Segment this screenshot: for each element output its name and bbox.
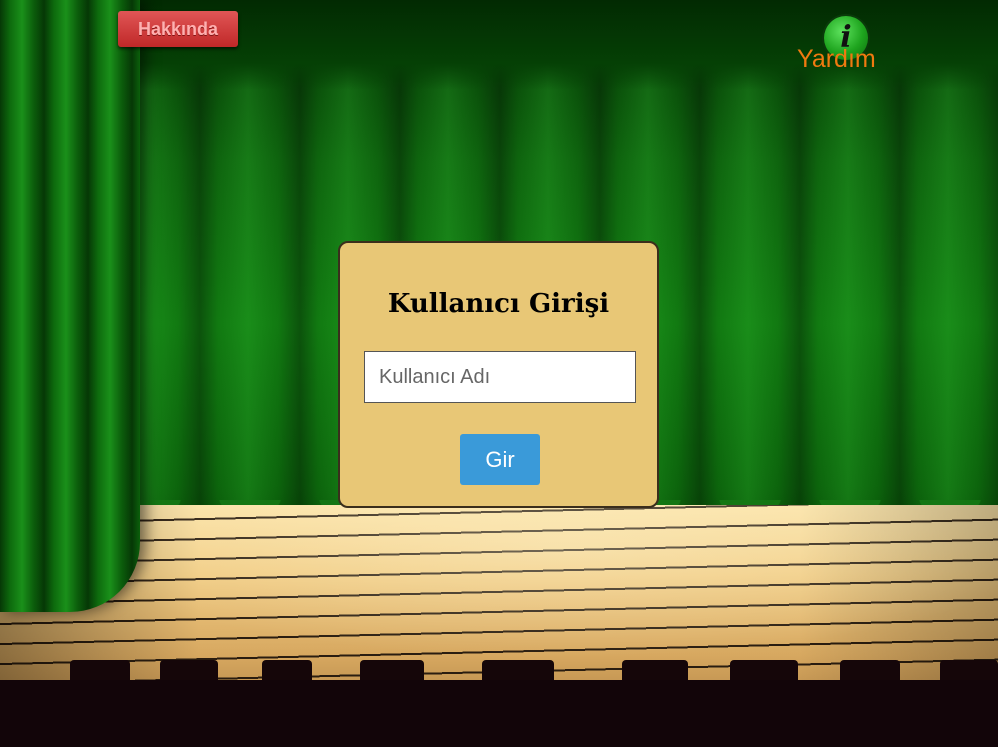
login-submit-button[interactable]: Gir	[460, 434, 540, 485]
username-input[interactable]	[364, 351, 636, 403]
left-curtain	[0, 0, 140, 612]
login-card: Kullanıcı Girişi Gir	[338, 241, 659, 508]
about-button[interactable]: Hakkında	[118, 11, 238, 47]
login-title: Kullanıcı Girişi	[387, 289, 610, 319]
theater-stage-background: Hakkında i Yardım Kullanıcı Girişi Gir	[0, 0, 998, 747]
help-button[interactable]: i Yardım	[795, 12, 890, 76]
help-label[interactable]: Yardım	[797, 44, 876, 74]
stage-front-edge	[0, 680, 998, 747]
